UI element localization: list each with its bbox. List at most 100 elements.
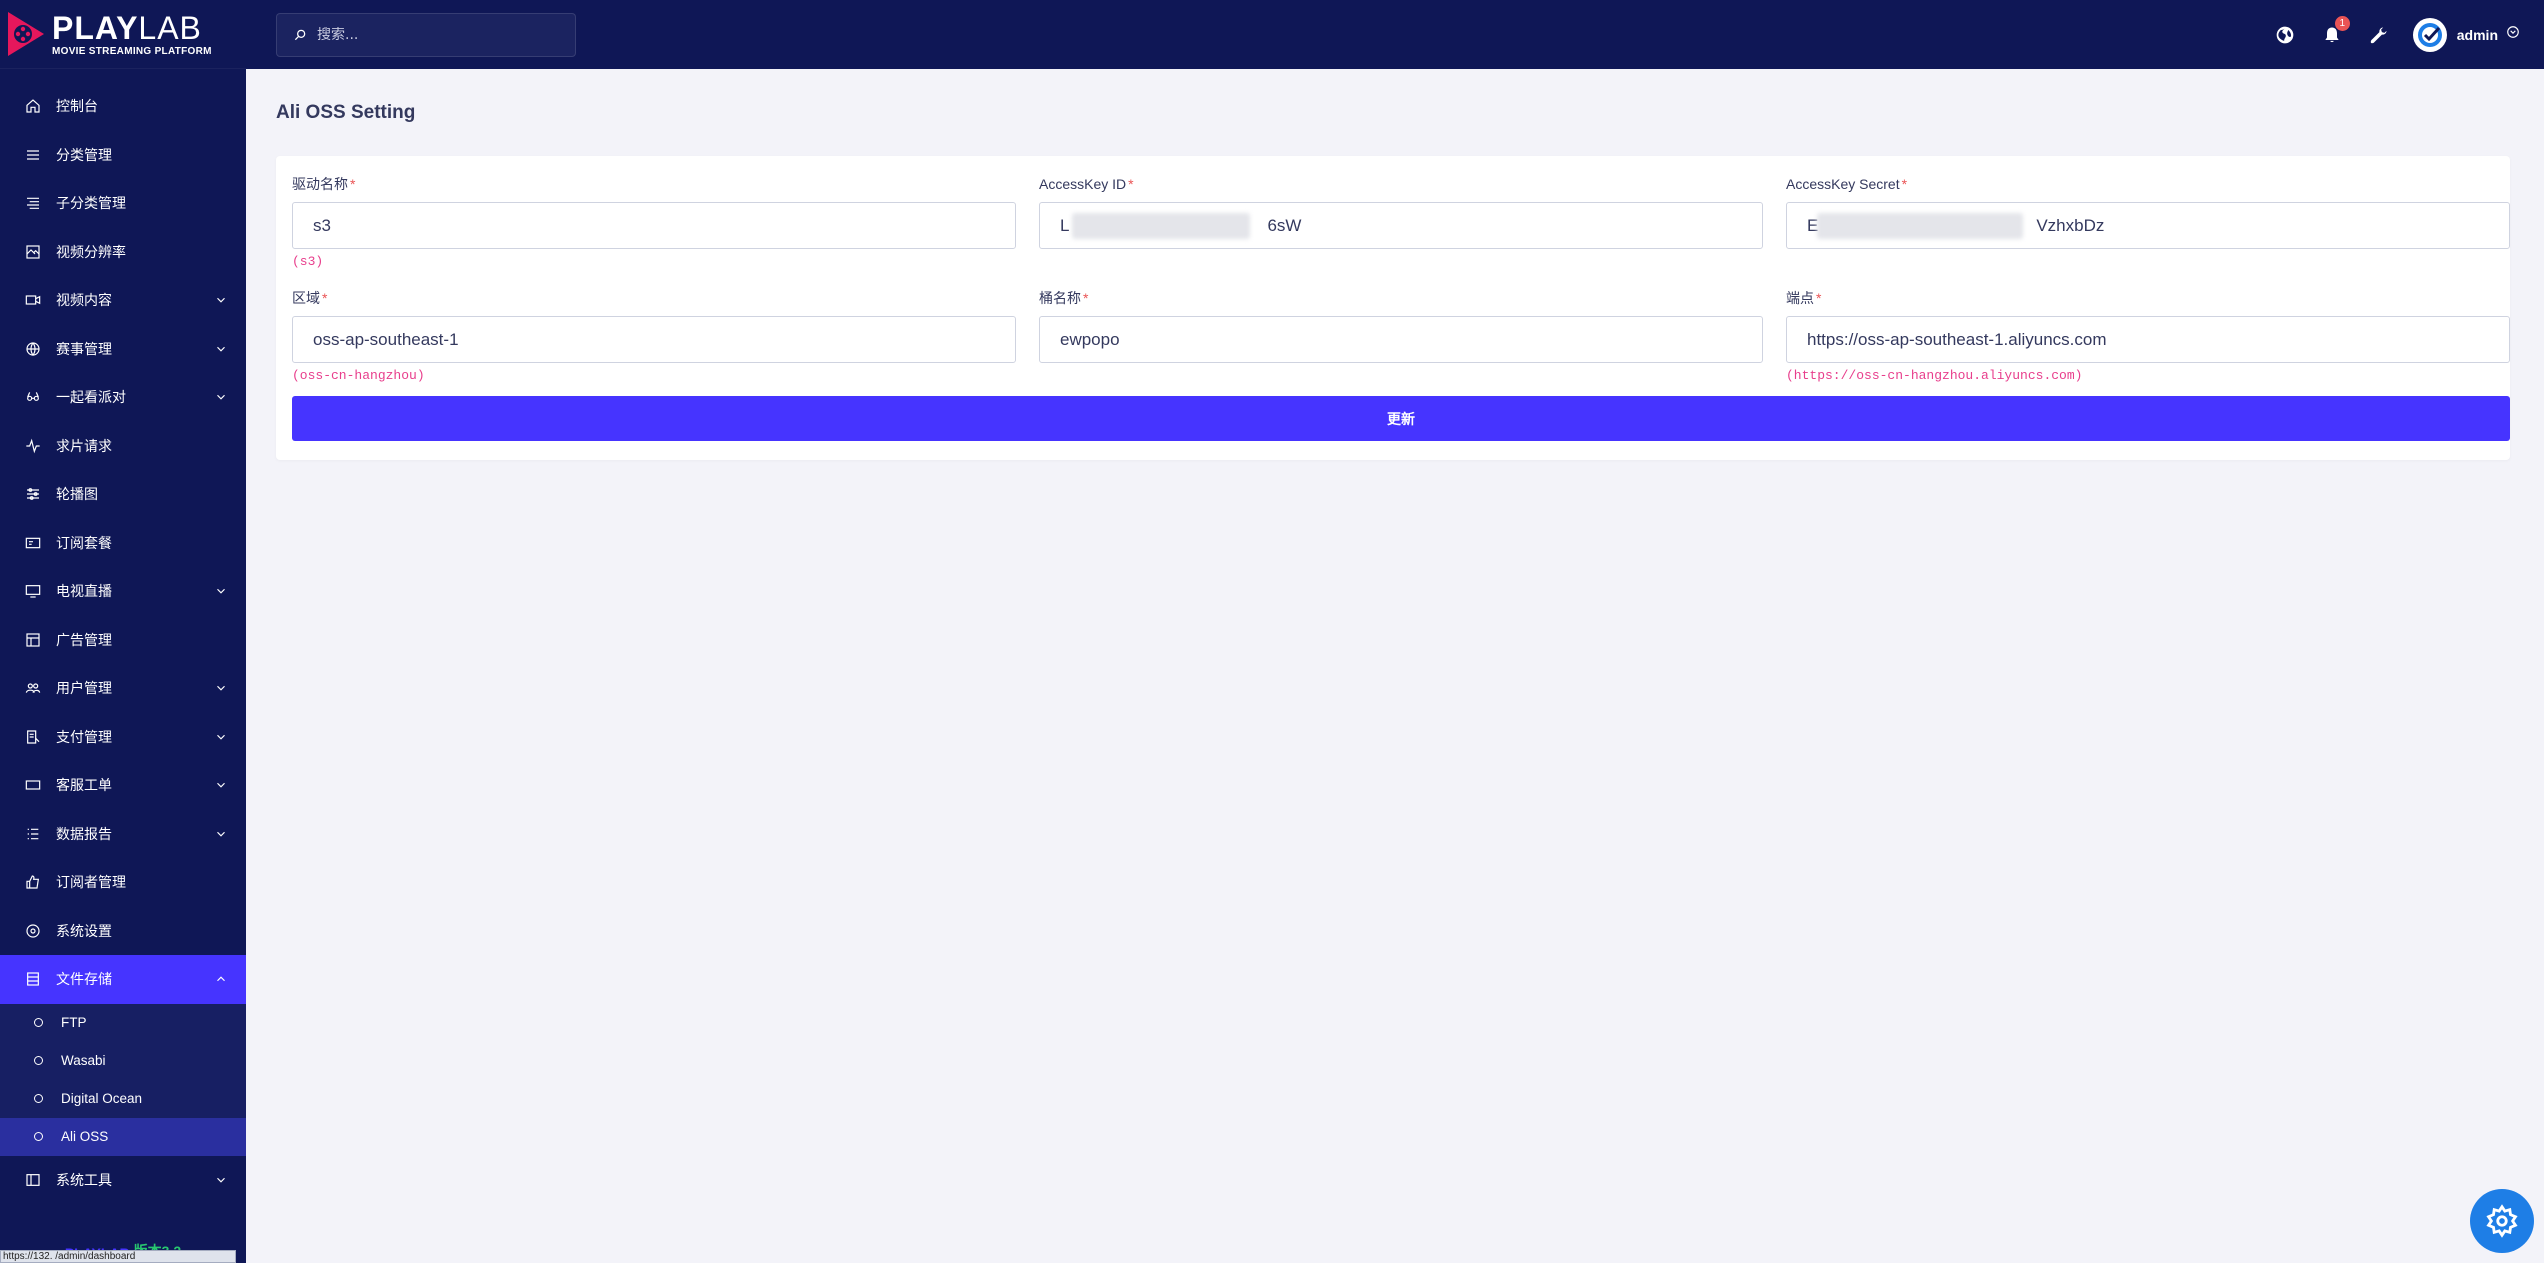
sidebar-item-video-resolution[interactable]: 视频分辨率 [0,228,246,277]
topbar-actions: 1 admin [2250,0,2520,69]
bell-icon[interactable]: 1 [2320,15,2350,47]
sidebar-item-label: 订阅者管理 [56,874,126,891]
home-icon [24,97,42,115]
update-button[interactable]: 更新 [292,396,2510,441]
sidebar-item-subscription-plans[interactable]: 订阅套餐 [0,519,246,568]
sidebar-item-dashboard[interactable]: 控制台 [0,82,246,131]
sidebar-item-label: 订阅套餐 [56,534,112,551]
redaction-blur [1072,213,1250,239]
report-icon [24,825,42,843]
logo-play-icon [6,10,46,58]
accesskey-secret-value-end: VzhxbDz [2036,215,2105,235]
storage-submenu-container: FTP Wasabi Digital Ocean Ali OSS [0,1003,246,1156]
sidebar-item-events[interactable]: 赛事管理 [0,325,246,374]
region-input[interactable]: oss-ap-southeast-1 [292,316,1016,363]
sidebar-subitem-ali-oss[interactable]: Ali OSS [0,1117,246,1156]
sidebar-item-system-tools[interactable]: 系统工具 [0,1156,246,1205]
search-box[interactable] [276,12,576,57]
endpoint-field: 端点 * https://oss-ap-southeast-1.aliyuncs.… [1786,288,2510,384]
floating-settings-button[interactable] [2470,1189,2534,1253]
bucket-value: ewpopo [1060,329,1120,349]
field-label: AccessKey ID * [1039,174,1763,194]
search-input[interactable] [317,26,557,43]
region-label: 区域 [292,290,320,306]
payment-icon [24,728,42,746]
users-icon [24,679,42,697]
required-mark: * [1128,176,1134,192]
sidebar-item-ads[interactable]: 广告管理 [0,616,246,665]
sidebar-item-support-tickets[interactable]: 客服工单 [0,761,246,810]
tools-icon [24,1171,42,1189]
sidebar-item-requests[interactable]: 求片请求 [0,422,246,471]
bucket-input[interactable]: ewpopo [1039,316,1763,363]
sidebar-item-label: 电视直播 [56,583,112,600]
chevron-down-icon [214,584,228,598]
driver-field: 驱动名称 * s3 (s3) [292,174,1016,270]
field-label: 驱动名称 * [292,174,1016,194]
sidebar-item-label: 视频内容 [56,292,112,309]
circle-icon [34,1132,43,1141]
sidebar-item-label: 分类管理 [56,146,112,163]
user-menu[interactable]: admin [2412,17,2520,52]
redaction-blur [1817,213,2023,239]
accesskey-secret-input[interactable]: E VzhxbDz [1786,202,2510,249]
required-mark: * [1083,290,1089,306]
sidebar-item-slider[interactable]: 轮播图 [0,470,246,519]
sidebar-item-watch-party[interactable]: 一起看派对 [0,373,246,422]
sidebar-item-reports[interactable]: 数据报告 [0,810,246,859]
sidebar-item-users[interactable]: 用户管理 [0,664,246,713]
chevron-down-icon [214,293,228,307]
sidebar-item-system-settings[interactable]: 系统设置 [0,907,246,956]
page-title: Ali OSS Setting [276,102,416,123]
sidebar-item-label: 系统工具 [56,1171,112,1188]
sidebar-item-categories[interactable]: 分类管理 [0,131,246,180]
sidebar-item-label: 系统设置 [56,922,112,939]
browser-status-url: https://132. /admin/dashboard [0,1250,236,1263]
sidebar-subitem-label: Wasabi [61,1053,106,1068]
sidebar-subitem-wasabi[interactable]: Wasabi [0,1042,246,1080]
accesskey-id-field: AccessKey ID * L 6sW [1039,174,1763,249]
circle-icon [34,1094,43,1103]
search-icon [294,29,306,40]
sidebar-item-subscribers[interactable]: 订阅者管理 [0,858,246,907]
sidebar-menu: 控制台 分类管理 子分类管理 视频分辨率 视频内容 赛事管理 一起看派对 求片请… [0,69,246,1204]
sidebar-item-live-tv[interactable]: 电视直播 [0,567,246,616]
sidebar-item-video-content[interactable]: 视频内容 [0,276,246,325]
brand-logo[interactable]: PLAYLAB MOVIE STREAMING PLATFORM [0,0,246,69]
accesskey-secret-field: AccessKey Secret * E VzhxbDz [1786,174,2510,249]
chevron-down-icon [214,390,228,404]
sidebar-item-label: 子分类管理 [56,195,126,212]
sidebar-item-label: 赛事管理 [56,340,112,357]
driver-label: 驱动名称 [292,176,348,192]
sidebar-item-payments[interactable]: 支付管理 [0,713,246,762]
sidebar-item-label: 轮播图 [56,486,98,503]
storage-icon [24,970,42,988]
pulse-icon [24,437,42,455]
sidebar-item-subcategories[interactable]: 子分类管理 [0,179,246,228]
storage-submenu: FTP Wasabi Digital Ocean Ali OSS [0,1003,246,1156]
accesskey-id-label: AccessKey ID [1039,176,1127,192]
gear-icon [2486,1204,2518,1238]
sidebar-item-file-storage[interactable]: 文件存储 [0,955,246,1004]
globe-icon[interactable] [2273,23,2297,47]
chevron-down-icon [214,730,228,744]
globe-icon [24,340,42,358]
chevron-down-icon [214,342,228,356]
ticket-icon [24,776,42,794]
endpoint-input[interactable]: https://oss-ap-southeast-1.aliyuncs.com [1786,316,2510,363]
chevron-down-icon [214,1173,228,1187]
circle-icon [34,1018,43,1027]
sidebar-subitem-digital-ocean[interactable]: Digital Ocean [0,1080,246,1118]
wrench-icon[interactable] [2367,23,2391,47]
field-label: 区域 * [292,288,1016,308]
sidebar-item-label: 求片请求 [56,437,112,454]
sidebar-subitem-ftp[interactable]: FTP [0,1004,246,1042]
subscriber-icon [24,873,42,891]
sidebar-item-label: 数据报告 [56,825,112,842]
accesskey-id-input[interactable]: L 6sW [1039,202,1763,249]
sublist-icon [24,194,42,212]
chevron-down-icon [214,827,228,841]
driver-input[interactable]: s3 [292,202,1016,249]
sidebar-item-label: 控制台 [56,98,98,115]
sidebar-item-label: 一起看派对 [56,389,126,406]
